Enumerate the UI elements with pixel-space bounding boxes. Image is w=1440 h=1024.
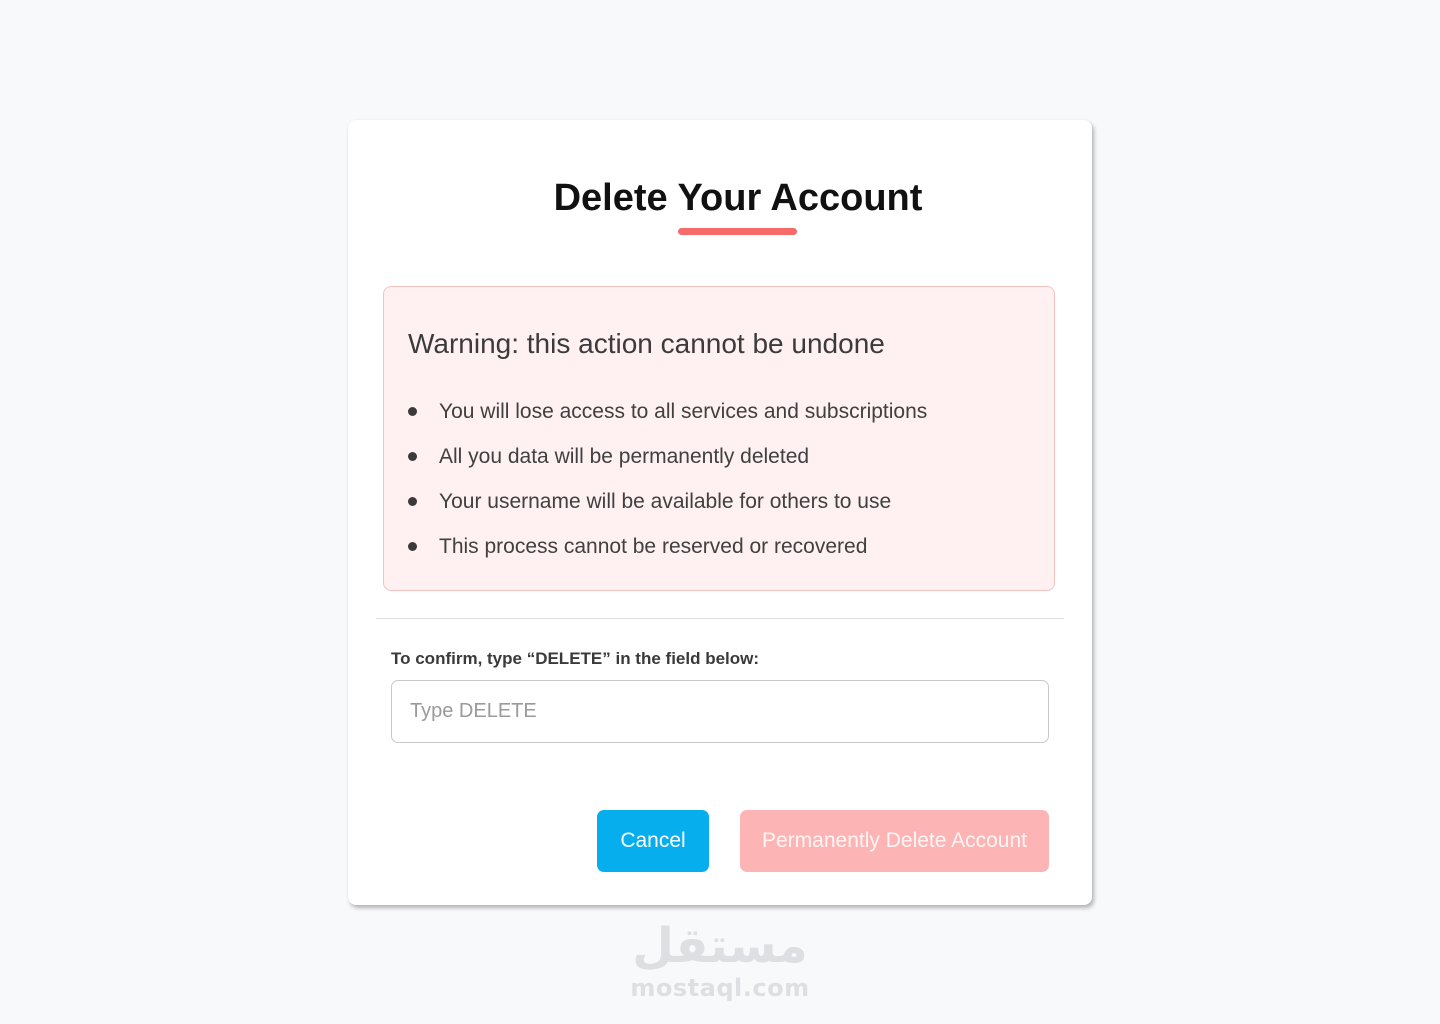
warning-list: You will lose access to all services and…: [408, 389, 927, 569]
warning-title: Warning: this action cannot be undone: [408, 328, 885, 359]
list-item: You will lose access to all services and…: [408, 389, 927, 434]
divider: [376, 618, 1064, 619]
warning-item-text: Your username will be available for othe…: [439, 489, 892, 513]
bullet-icon: [408, 542, 417, 551]
warning-item-text: All you data will be permanently deleted: [439, 444, 810, 468]
confirm-delete-input[interactable]: [391, 680, 1049, 743]
mostaql-watermark-logo: مستقل mostaql.com: [620, 918, 820, 1002]
dialog-title: Delete Your Account: [553, 177, 923, 219]
watermark-arabic-text: مستقل: [632, 918, 808, 974]
warning-box: Warning: this action cannot be undone Yo…: [383, 286, 1055, 591]
bullet-icon: [408, 407, 417, 416]
cancel-button[interactable]: Cancel: [597, 810, 709, 872]
warning-item-text: You will lose access to all services and…: [439, 399, 928, 423]
bullet-icon: [408, 452, 417, 461]
bullet-icon: [408, 497, 417, 506]
confirm-label: To confirm, type “DELETE” in the field b…: [391, 649, 760, 668]
title-underline: [678, 228, 797, 235]
permanently-delete-account-button[interactable]: Permanently Delete Account: [740, 810, 1049, 872]
list-item: All you data will be permanently deleted: [408, 434, 927, 479]
list-item: Your username will be available for othe…: [408, 479, 927, 524]
list-item: This process cannot be reserved or recov…: [408, 524, 927, 569]
watermark-domain-text: mostaql.com: [630, 974, 810, 1002]
delete-account-dialog: Delete Your Account Warning: this action…: [348, 120, 1092, 905]
warning-item-text: This process cannot be reserved or recov…: [439, 534, 868, 558]
